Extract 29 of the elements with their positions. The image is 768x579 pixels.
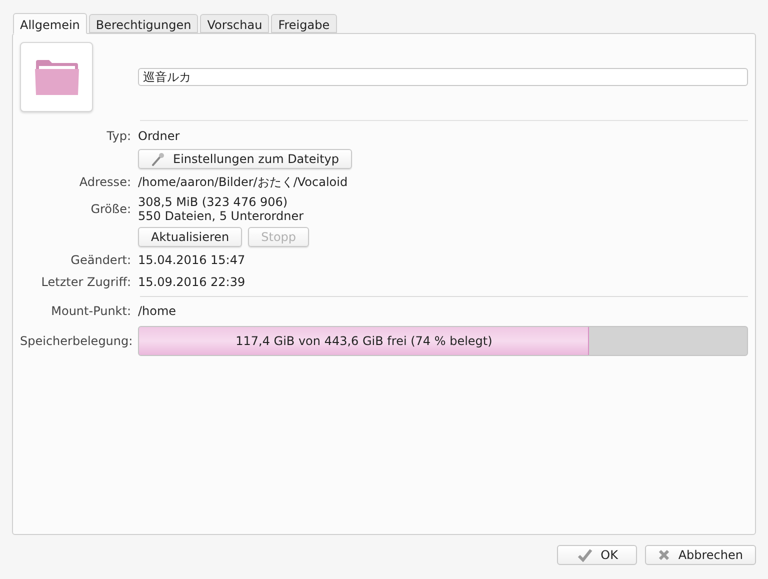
tab[interactable]: Freigabe [271, 14, 337, 33]
tab[interactable]: Allgemein [13, 13, 87, 34]
cancel-button[interactable]: Abbrechen [645, 545, 756, 565]
field-label: Speicherbelegung: [20, 333, 131, 350]
field-label: Geändert: [70, 252, 131, 269]
icon-button[interactable] [20, 42, 93, 112]
field-value: 308,5 MiB (323 476 906) [138, 195, 289, 209]
tab[interactable]: Vorschau [200, 14, 270, 33]
close-icon [658, 549, 670, 561]
field-value: 15.09.2016 22:39 [138, 275, 246, 289]
refresh-button[interactable]: Aktualisieren [138, 227, 242, 247]
folder-icon [34, 58, 80, 96]
field-label: Typ: [106, 128, 131, 145]
field-value: 15.04.2016 15:47 [138, 253, 246, 267]
field-value: /home [138, 304, 176, 318]
name-field[interactable]: 巡音ルカ [138, 68, 748, 86]
field-label: Mount-Punkt: [50, 303, 131, 320]
tab[interactable]: Berechtigungen [88, 14, 198, 33]
field-value: 550 Dateien, 5 Unterordner [138, 209, 304, 223]
wrench-icon [151, 152, 165, 166]
field-value: Ordner [138, 129, 180, 143]
ok-button[interactable]: OK [557, 545, 638, 565]
field-label: Adresse: [78, 174, 131, 191]
file-type-settings-button[interactable]: Einstellungen zum Dateityp [138, 149, 352, 169]
meter-reading: 117,4 GiB von 443,6 GiB frei (74 % belegt) [234, 333, 494, 350]
check-icon [576, 548, 593, 562]
field-label: Letzter Zugriff: [40, 274, 131, 291]
field-label: Größe: [90, 201, 131, 218]
field-value: /home/aaron/Bilder/おたく/Vocaloid [138, 175, 348, 189]
